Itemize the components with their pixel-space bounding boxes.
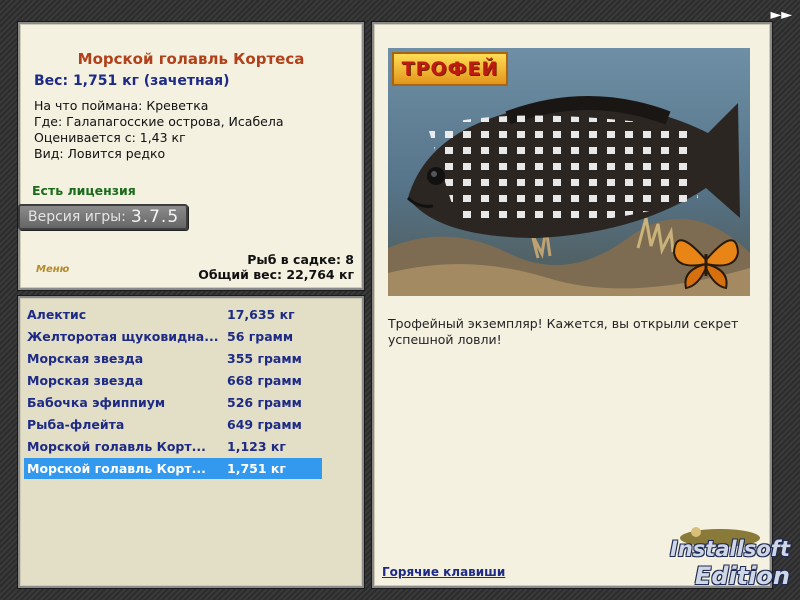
catch-item-name: Морская звезда [27,351,144,366]
catch-item-weight: 17,635 кг [227,307,295,322]
catch-list-item[interactable]: Желторотая щуковидна... 56 грамм [24,326,322,347]
version-value: 3.7.5 [130,207,180,227]
catch-list-item[interactable]: Морская звезда 355 грамм [24,348,322,369]
location-info: Где: Галапагосские острова, Исабела [34,114,284,129]
catch-item-weight: 56 грамм [227,329,294,344]
bait-info: На что поймана: Креветка [34,98,209,113]
catch-list-item[interactable]: Морской голавль Корт... 1,123 кг [24,436,322,457]
fish-info-panel: Морской голавль Кортеса Вес: 1,751 кг (з… [18,22,364,290]
catch-list-item[interactable]: Морской голавль Корт... 1,751 кг [24,458,322,479]
installsoft-watermark: Installsoft Edition [640,520,798,598]
catch-item-name: Желторотая щуковидна... [27,329,219,344]
catch-item-name: Рыба-флейта [27,417,125,432]
catch-list-item[interactable]: Бабочка эфиппиум 526 грамм [24,392,322,413]
catch-list-panel: Алектис 17,635 кг Желторотая щуковидна... 5… [18,296,364,588]
version-label: Версия игры: [28,209,126,225]
fish-detail-panel: ТРОФЕЙ Трофейный экземпляр! Кажется, вы … [372,22,772,588]
catch-item-name: Бабочка эфиппиум [27,395,166,410]
version-badge: Версия игры: 3.7.5 [18,204,188,230]
catch-item-weight: 649 грамм [227,417,302,432]
catch-list-item[interactable]: Морская звезда 668 грамм [24,370,322,391]
rarity-info: Вид: Ловится редко [34,146,166,161]
catch-description: Трофейный экземпляр! Кажется, вы открыли… [388,316,739,347]
fast-forward-button[interactable]: ►► [770,7,792,23]
catch-item-weight: 668 грамм [227,373,302,388]
catch-item-weight: 1,123 кг [227,439,286,454]
keepnet-count: Рыб в садке: 8 [247,252,354,267]
license-status: Есть лицензия [32,183,136,198]
hotkeys-link[interactable]: Горячие клавиши [382,565,505,579]
keepnet-weight: Общий вес: 22,764 кг [198,267,354,282]
catch-item-name: Алектис [27,307,87,322]
value-info: Оценивается с: 1,43 кг [34,130,186,145]
trophy-badge: ТРОФЕЙ [392,52,508,86]
catch-list-item[interactable]: Алектис 17,635 кг [24,304,322,325]
catch-item-weight: 355 грамм [227,351,302,366]
menu-button[interactable]: Меню [36,264,69,275]
catch-list-item[interactable]: Рыба-флейта 649 грамм [24,414,322,435]
watermark-line1: Installsoft [670,537,790,561]
watermark-line2: Edition [694,562,790,590]
fish-weight: Вес: 1,751 кг (зачетная) [34,73,230,89]
catch-item-name: Морской голавль Корт... [27,461,206,476]
fish-title: Морской голавль Кортеса [77,50,305,68]
catch-item-name: Морской голавль Корт... [27,439,206,454]
catch-item-name: Морская звезда [27,373,144,388]
catch-item-weight: 1,751 кг [227,461,286,476]
catch-item-weight: 526 грамм [227,395,302,410]
